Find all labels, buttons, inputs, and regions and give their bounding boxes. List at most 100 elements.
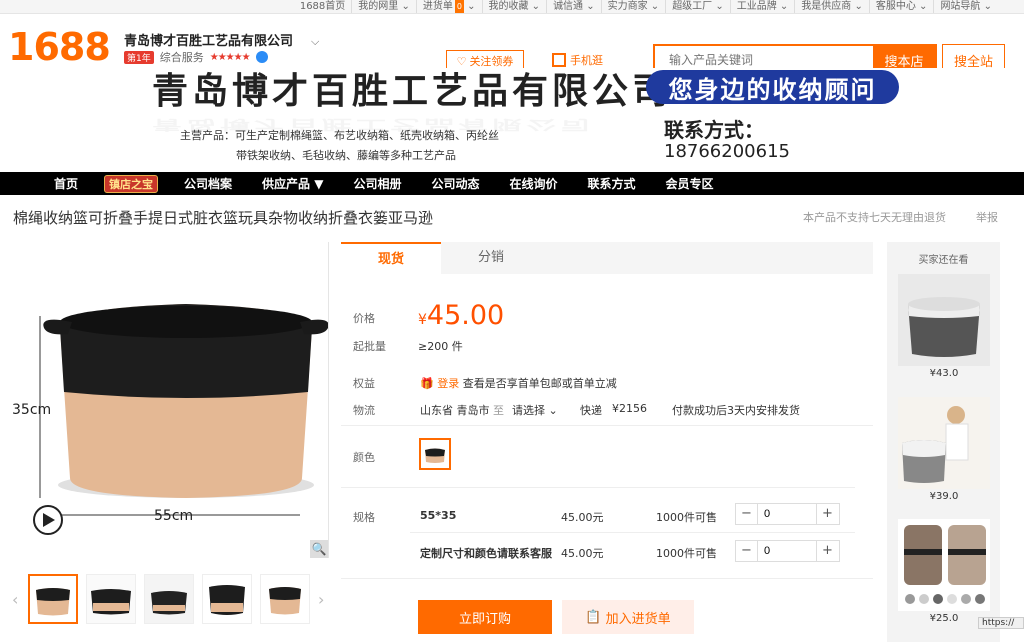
banner-products-line2: 带铁架收纳、毛毡收纳、藤编等多种工艺产品	[236, 149, 456, 162]
zoom-icon[interactable]: 🔍	[310, 540, 328, 558]
top-link-home[interactable]: 1688首页	[294, 0, 351, 13]
price-currency: ¥	[418, 312, 427, 328]
divider	[410, 532, 855, 533]
top-link-cart[interactable]: 进货单 0 ⌄	[415, 0, 482, 13]
cart-count-badge: 0	[454, 0, 464, 13]
spec-name: 定制尺寸和颜色请联系客服	[420, 547, 552, 560]
price-label: 价格	[353, 312, 375, 325]
dimension-height-label: 35cm	[12, 402, 52, 418]
also-viewed-panel: 买家还在看 ¥43.0 ¥39.0 ¥25.0	[887, 242, 1000, 642]
quantity-stepper: − +	[735, 540, 840, 562]
nav-inquiry[interactable]: 在线询价	[509, 175, 557, 192]
plus-icon[interactable]: +	[816, 504, 838, 524]
shop-name-text: 青岛博才百胜工艺品有限公司	[124, 34, 294, 49]
heart-icon: ♡	[456, 54, 467, 68]
shop-name[interactable]: 青岛博才百胜工艺品有限公司 ⌵	[124, 30, 319, 49]
mobile-link[interactable]: 手机逛	[552, 52, 603, 68]
banner-contact-label: 联系方式：	[664, 118, 764, 142]
color-swatch[interactable]	[419, 438, 451, 470]
top-link-my-account[interactable]: 我的网里 ⌄	[351, 0, 416, 13]
top-link-service[interactable]: 客服中心 ⌄	[868, 0, 934, 13]
also-viewed-title: 买家还在看	[918, 255, 969, 266]
destination-select[interactable]: 请选择 ⌄	[512, 402, 558, 418]
top-link-industrial-brand[interactable]: 工业品牌 ⌄	[729, 0, 795, 13]
shop-header: 1688 青岛博才百胜工艺品有限公司 ⌵ 第1年 综合服务 ★★★★★ ♡ 关注领…	[0, 14, 1024, 76]
shop-nav: 首页 镇店之宝 公司档案 供应产品 ▼ 公司相册 公司动态 在线询价 联系方式 …	[0, 172, 1024, 195]
dimension-width-label: 55cm	[154, 508, 194, 524]
top-link-chengxintong[interactable]: 诚信通 ⌄	[546, 0, 601, 13]
also-viewed-price: ¥39.0	[929, 491, 959, 502]
nav-home[interactable]: 首页	[54, 175, 78, 192]
thumb-next-icon[interactable]: ›	[318, 590, 324, 609]
nav-news[interactable]: 公司动态	[431, 175, 479, 192]
top-link-site-nav-label: 网站导航	[940, 1, 981, 12]
add-to-cart-label: 加入进货单	[605, 611, 671, 627]
nav-products[interactable]: 供应产品 ▼	[262, 175, 323, 192]
nav-members[interactable]: 会员专区	[666, 175, 714, 192]
thumbnail-2[interactable]	[86, 574, 136, 624]
banner-company-name: 青岛博才百胜工艺品有限公司	[152, 70, 673, 112]
also-viewed-image	[898, 519, 990, 611]
top-link-chengxintong-label: 诚信通	[553, 1, 584, 12]
also-viewed-item[interactable]: ¥39.0	[898, 397, 990, 502]
also-viewed-item[interactable]: ¥25.0	[898, 519, 990, 624]
also-viewed-price: ¥25.0	[929, 613, 959, 624]
product-title-row: 棉绳收纳篮可折叠手提日式脏衣篮玩具杂物收纳折叠衣篓亚马逊 本产品不支持七天无理由…	[0, 195, 1024, 242]
to-label: 至	[493, 404, 504, 417]
quantity-stepper: − +	[735, 503, 840, 525]
chevron-down-icon[interactable]: ⌵	[311, 35, 319, 48]
thumbnail-1[interactable]	[28, 574, 78, 624]
nav-album[interactable]: 公司相册	[353, 175, 401, 192]
qr-code-icon	[552, 53, 566, 67]
rating-label: 综合服务	[159, 51, 204, 64]
product-title: 棉绳收纳篮可折叠手提日式脏衣篮玩具杂物收纳折叠衣篓亚马逊	[13, 209, 434, 227]
origin-location: 山东省 青岛市	[420, 404, 490, 417]
quantity-input[interactable]	[758, 541, 816, 561]
benefit-row: 🎁 登录 查看是否享首单包邮或首单立减	[420, 375, 617, 391]
thumbnail-4[interactable]	[202, 574, 252, 624]
login-link[interactable]: 登录	[437, 377, 459, 390]
divider	[341, 487, 855, 488]
price-amount: 45.00	[426, 300, 505, 331]
report-link[interactable]: 举报	[976, 209, 998, 225]
spec-label: 规格	[353, 511, 375, 524]
tab-in-stock[interactable]: 现货	[341, 242, 441, 274]
nav-company-profile[interactable]: 公司档案	[184, 175, 232, 192]
express-label: 快递	[580, 404, 602, 417]
follow-button-label: 关注领券	[469, 55, 514, 68]
moq-label: 起批量	[353, 340, 386, 353]
top-link-site-nav[interactable]: 网站导航 ⌄	[933, 0, 998, 13]
top-link-super-factory[interactable]: 超级工厂 ⌄	[665, 0, 730, 13]
site-logo[interactable]: 1688	[8, 27, 111, 67]
also-viewed-item[interactable]: ¥43.0	[898, 274, 990, 379]
logistics-label: 物流	[353, 404, 375, 417]
spec-price: 45.00元	[561, 547, 604, 560]
tab-distribution[interactable]: 分销	[441, 242, 541, 274]
top-link-supplier[interactable]: 我是供应商 ⌄	[794, 0, 869, 13]
top-link-strong-merchant[interactable]: 实力商家 ⌄	[600, 0, 666, 13]
chevron-down-icon: ⌄	[548, 404, 558, 417]
nav-treasure[interactable]: 镇店之宝	[104, 174, 159, 193]
thumbnail-strip	[12, 574, 332, 624]
banner-phone: 18766200615	[664, 141, 790, 162]
minus-icon[interactable]: −	[736, 541, 758, 561]
top-link-strong-merchant-label: 实力商家	[607, 1, 648, 12]
minus-icon[interactable]: −	[736, 504, 758, 524]
top-link-favorites[interactable]: 我的收藏 ⌄	[481, 0, 547, 13]
shipping-price: ¥2156	[612, 402, 647, 415]
product-main-image[interactable]: 35cm 55cm	[12, 242, 330, 560]
quantity-input[interactable]	[758, 504, 816, 524]
also-viewed-image	[898, 397, 990, 489]
thumbnail-5[interactable]	[260, 574, 310, 624]
benefit-text: 查看是否享首单包邮或首单立减	[462, 377, 617, 390]
nav-contact[interactable]: 联系方式	[588, 175, 636, 192]
gallery-divider	[328, 242, 329, 558]
status-bar-url: https://	[978, 617, 1024, 629]
banner-products: 主营产品：可生产定制棉绳篮、布艺收纳箱、纸壳收纳箱、丙纶丝 带铁架收纳、毛毡收纳…	[180, 126, 499, 166]
thumbnail-3[interactable]	[144, 574, 194, 624]
banner-slogan: 您身边的收纳顾问	[646, 70, 899, 104]
shop-banner: 青岛博才百胜工艺品有限公司 青岛博才百胜工艺品有限公司 您身边的收纳顾问 主营产…	[0, 68, 1024, 172]
plus-icon[interactable]: +	[816, 541, 838, 561]
verified-icon	[255, 51, 268, 63]
also-viewed-price: ¥43.0	[929, 368, 959, 379]
